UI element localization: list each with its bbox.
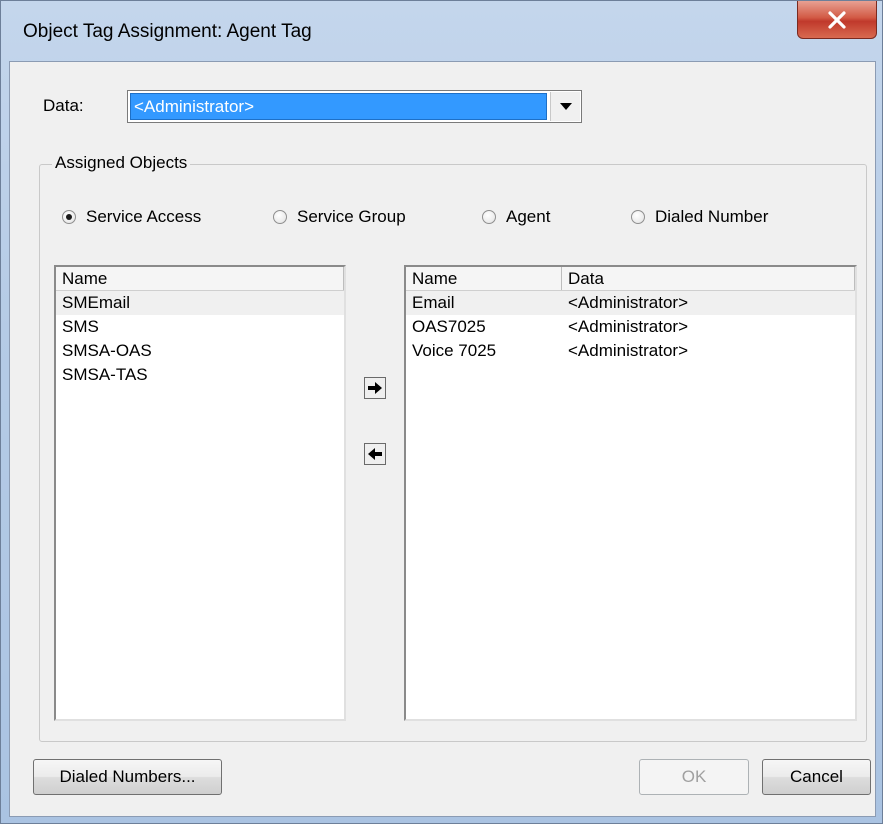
row-data: <Administrator> [568, 341, 688, 360]
list-item-name: SMSA-OAS [62, 341, 152, 360]
assigned-objects-list[interactable]: Name Data Email <Administrator> OAS7025 … [404, 265, 857, 721]
list-item-name: SMSA-TAS [62, 365, 148, 384]
list-item[interactable]: SMSA-TAS [56, 363, 344, 387]
list-header: Name [56, 267, 344, 291]
data-dropdown[interactable]: <Administrator> [127, 90, 582, 123]
table-row[interactable]: Email <Administrator> [406, 291, 855, 315]
row-data: <Administrator> [568, 293, 688, 312]
arrow-right-icon [368, 382, 382, 394]
column-header-name[interactable]: Name [56, 267, 344, 290]
list-item-name: SMEmail [62, 293, 131, 312]
row-name: Email [412, 293, 455, 312]
available-objects-list[interactable]: Name SMEmail SMS SMSA-OAS SMSA-TAS [54, 265, 346, 721]
list-item[interactable]: SMEmail [56, 291, 344, 315]
radio-button[interactable] [631, 210, 645, 224]
radio-label-service-group: Service Group [297, 207, 406, 226]
radio-service-group[interactable]: Service Group [273, 207, 406, 227]
row-name: Voice 7025 [412, 341, 497, 360]
dialog-window: Object Tag Assignment: Agent Tag Data: <… [0, 0, 883, 824]
window-title: Object Tag Assignment: Agent Tag [23, 21, 312, 42]
radio-label-service-access: Service Access [86, 207, 202, 226]
table-row[interactable]: Voice 7025 <Administrator> [406, 339, 855, 363]
title-bar: Object Tag Assignment: Agent Tag [1, 1, 883, 61]
radio-label-agent: Agent [506, 207, 551, 226]
radio-button[interactable] [482, 210, 496, 224]
radio-label-dialed-number: Dialed Number [655, 207, 769, 226]
close-button[interactable] [797, 1, 877, 39]
radio-dialed-number[interactable]: Dialed Number [631, 207, 768, 227]
data-label: Data: [43, 96, 84, 115]
chevron-down-icon [559, 102, 572, 110]
assigned-objects-title: Assigned Objects [52, 153, 191, 173]
column-header-name[interactable]: Name [406, 267, 562, 290]
list-item[interactable]: SMSA-OAS [56, 339, 344, 363]
data-dropdown-value: <Administrator> [130, 93, 547, 120]
column-header-data[interactable]: Data [562, 267, 855, 290]
close-x-icon [828, 10, 846, 29]
radio-agent[interactable]: Agent [482, 207, 550, 227]
dialog-client-area: Data: <Administrator> Assigned Objects S… [9, 61, 876, 817]
dropdown-button[interactable] [550, 92, 580, 121]
dialed-numbers-button[interactable]: Dialed Numbers... [33, 759, 222, 795]
row-name: OAS7025 [412, 317, 486, 336]
ok-button[interactable]: OK [639, 759, 749, 795]
radio-service-access[interactable]: Service Access [62, 207, 201, 227]
add-button[interactable] [364, 377, 386, 399]
cancel-button[interactable]: Cancel [762, 759, 871, 795]
arrow-left-icon [368, 448, 382, 460]
row-data: <Administrator> [568, 317, 688, 336]
list-item-name: SMS [62, 317, 99, 336]
radio-button[interactable] [273, 210, 287, 224]
table-row[interactable]: OAS7025 <Administrator> [406, 315, 855, 339]
remove-button[interactable] [364, 443, 386, 465]
list-item[interactable]: SMS [56, 315, 344, 339]
list-header: Name Data [406, 267, 855, 291]
radio-button-checked[interactable] [62, 210, 76, 224]
